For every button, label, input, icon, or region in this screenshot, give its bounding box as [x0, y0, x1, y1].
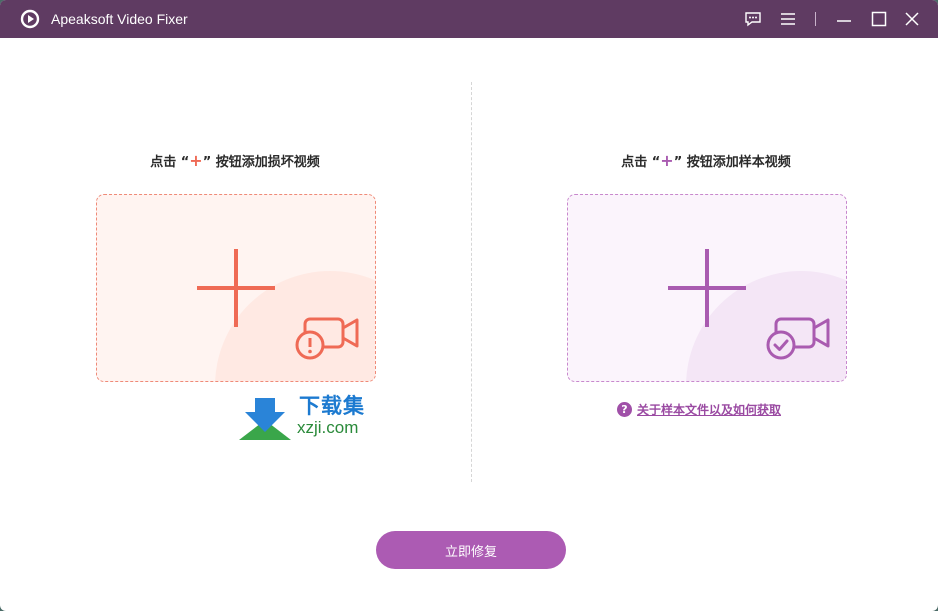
- minimize-button[interactable]: [833, 8, 855, 30]
- app-window: Apeaksoft Video Fixer 点击 “+” 按钮添加损坏视频 下载…: [0, 0, 938, 611]
- main-content: 点击 “+” 按钮添加损坏视频 下载集 xzji.com 点击 “+” 按钮添加…: [1, 38, 937, 610]
- app-logo-icon: [20, 9, 40, 29]
- close-icon: [905, 12, 919, 26]
- sample-file-help-link[interactable]: ? 关于样本文件以及如何获取: [617, 400, 781, 418]
- watermark-name: 下载集: [299, 394, 365, 418]
- repair-now-button[interactable]: 立即修复: [376, 531, 566, 569]
- menu-button[interactable]: [777, 8, 799, 30]
- download-arrow-logo-icon: [239, 398, 291, 440]
- prompt-plus: +: [660, 151, 674, 170]
- add-broken-video-dropzone[interactable]: [96, 194, 376, 382]
- help-icon: ?: [617, 401, 632, 417]
- title-bar: Apeaksoft Video Fixer: [0, 0, 938, 38]
- prompt-prefix: 点击 “: [150, 155, 190, 170]
- add-plus-icon: [197, 249, 275, 327]
- maximize-button[interactable]: [868, 8, 890, 30]
- watermark-url: xzji.com: [297, 418, 359, 437]
- title-bar-separator: [815, 12, 816, 26]
- broken-video-prompt: 点击 “+” 按钮添加损坏视频: [85, 152, 385, 172]
- prompt-plus: +: [189, 151, 203, 170]
- feedback-icon: [745, 12, 761, 27]
- help-link-text: 关于样本文件以及如何获取: [637, 402, 782, 417]
- prompt-prefix: 点击 “: [621, 155, 661, 170]
- minimize-icon: [837, 20, 851, 22]
- watermark: 下载集 xzji.com: [237, 394, 387, 442]
- panel-divider: [471, 82, 472, 482]
- app-title: Apeaksoft Video Fixer: [51, 11, 188, 27]
- menu-icon: [781, 13, 795, 25]
- add-sample-video-dropzone[interactable]: [567, 194, 847, 382]
- add-plus-icon: [668, 249, 746, 327]
- close-button[interactable]: [901, 8, 923, 30]
- prompt-suffix: ” 按钮添加损坏视频: [202, 155, 320, 170]
- feedback-button[interactable]: [742, 8, 764, 30]
- maximize-icon: [871, 11, 887, 27]
- prompt-suffix: ” 按钮添加样本视频: [673, 155, 791, 170]
- video-camera-check-icon: [766, 317, 830, 360]
- sample-video-prompt: 点击 “+” 按钮添加样本视频: [556, 152, 856, 172]
- video-camera-warning-icon: [295, 317, 359, 360]
